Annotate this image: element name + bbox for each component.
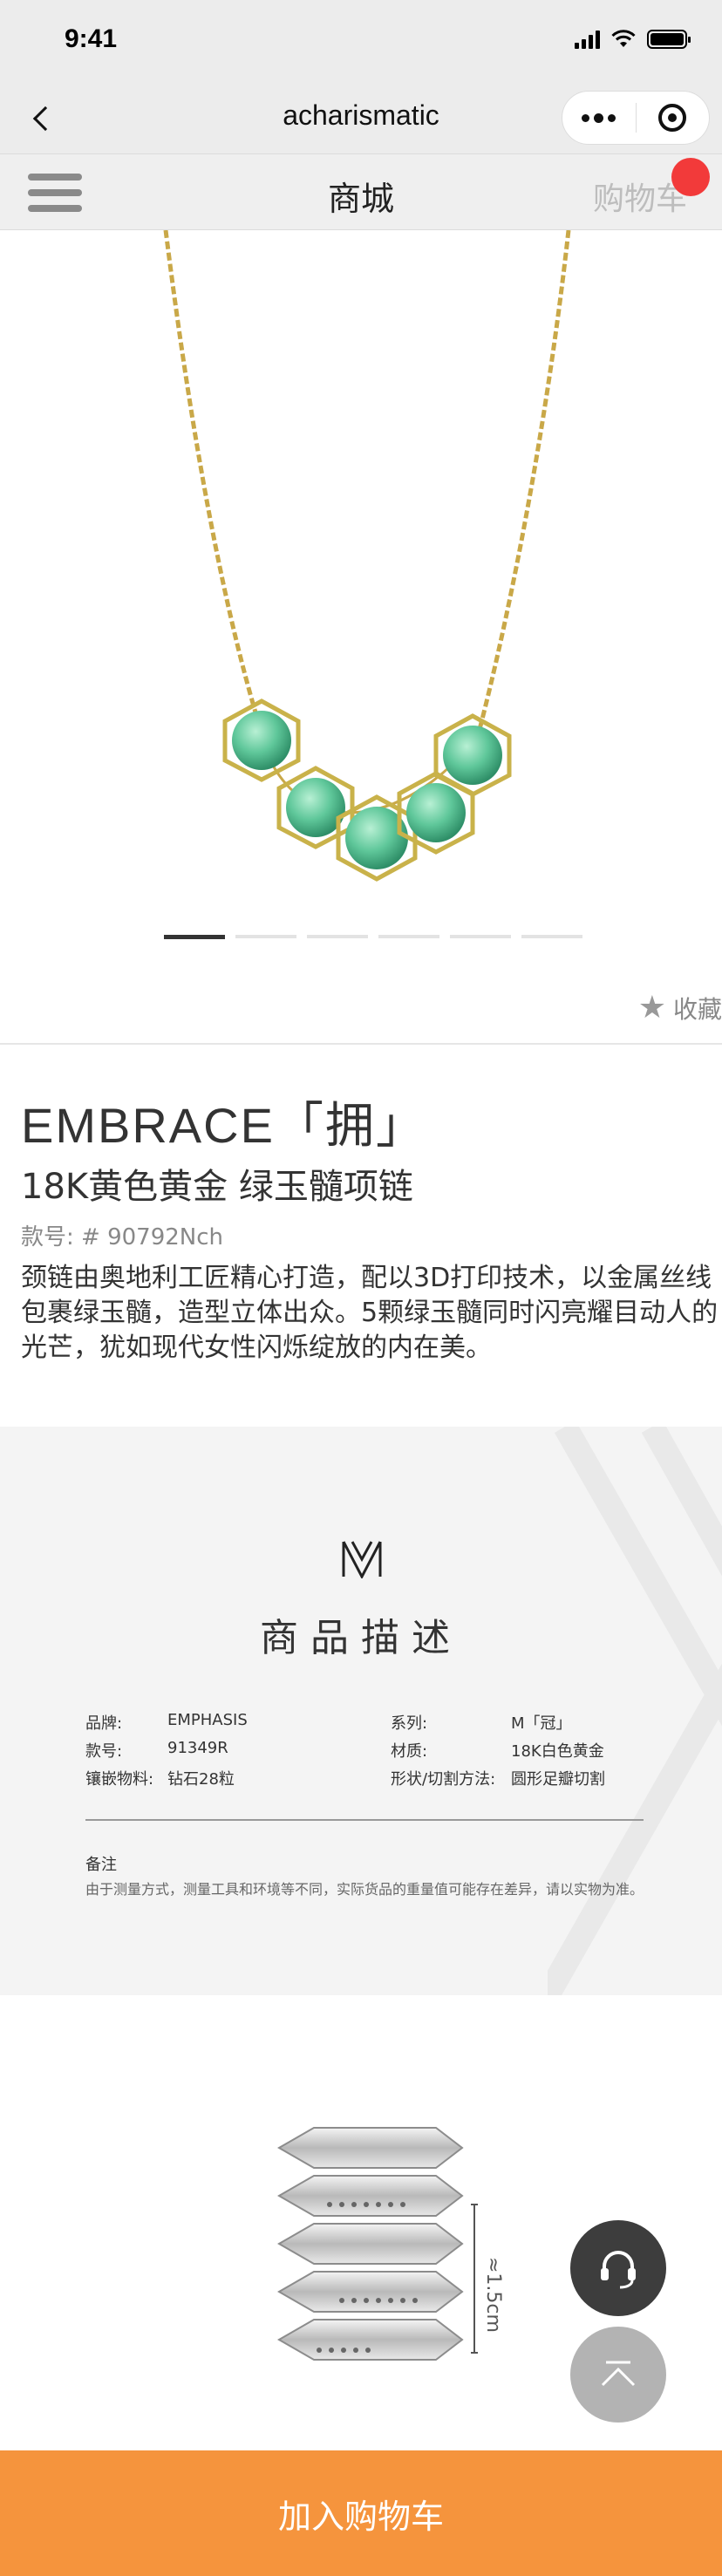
product-subtitle: 18K黄色黄金 绿玉髓项链 bbox=[21, 1167, 413, 1207]
spec-value: M「冠」 bbox=[511, 1714, 572, 1733]
spec-divider bbox=[85, 1819, 644, 1821]
capsule-menu bbox=[562, 91, 710, 145]
spec-row: 镶嵌物料: 钻石28粒 形状/切割方法: 圆形足瓣切割 bbox=[85, 1767, 644, 1795]
spec-key: 款号: bbox=[85, 1742, 123, 1761]
product-gallery[interactable] bbox=[0, 230, 722, 963]
pagination-dot[interactable] bbox=[307, 935, 368, 938]
add-to-cart-button[interactable]: 加入购物车 bbox=[0, 2450, 722, 2576]
wifi-icon bbox=[611, 30, 636, 47]
ring-dimension-label: ≈1.5cm bbox=[482, 2257, 504, 2333]
spec-value: 钻石28粒 bbox=[167, 1770, 235, 1789]
pagination-dot-active[interactable] bbox=[164, 935, 225, 939]
back-to-top-button[interactable] bbox=[570, 2327, 666, 2423]
close-miniprogram-button[interactable] bbox=[637, 104, 710, 132]
product-description-image: 商品描述 品牌: EMPHASIS 系列: M「冠」 款号: 91349R 材质… bbox=[0, 1427, 722, 1995]
favorite-label: 收藏 bbox=[672, 995, 722, 1024]
star-icon: ★ bbox=[637, 990, 666, 1026]
status-icons bbox=[575, 26, 691, 52]
spec-key: 品牌: bbox=[85, 1714, 123, 1733]
pagination-dot[interactable] bbox=[450, 935, 511, 938]
spec-row: 款号: 91349R 材质: 18K白色黄金 bbox=[85, 1739, 644, 1767]
spec-value: EMPHASIS bbox=[167, 1711, 248, 1729]
necklace-image bbox=[163, 230, 571, 882]
product-code: 款号: # 90792Nch bbox=[21, 1224, 224, 1251]
spec-key: 系列: bbox=[391, 1714, 428, 1733]
note-title: 备注 bbox=[85, 1856, 117, 1874]
battery-icon bbox=[647, 30, 691, 49]
pagination-dot[interactable] bbox=[235, 935, 296, 938]
headset-icon bbox=[601, 2251, 636, 2289]
arrow-up-icon bbox=[601, 2361, 636, 2387]
spec-value: 圆形足瓣切割 bbox=[511, 1770, 605, 1789]
cart-badge bbox=[671, 158, 710, 196]
spec-key: 镶嵌物料: bbox=[85, 1770, 154, 1789]
spec-key: 形状/切割方法: bbox=[391, 1770, 496, 1789]
product-name: EMBRACE「拥」 bbox=[21, 1098, 426, 1153]
divider bbox=[0, 1043, 722, 1045]
status-bar: 9:41 bbox=[0, 0, 722, 84]
product-description: 颈链由奥地利工匠精心打造，配以3D打印技术，以金属丝线包裹绿玉髓，造型立体出众。… bbox=[21, 1263, 719, 1363]
more-button[interactable] bbox=[562, 112, 636, 123]
signal-icon bbox=[575, 30, 600, 49]
description-heading: 商品描述 bbox=[260, 1616, 462, 1660]
spec-value: 91349R bbox=[167, 1739, 228, 1757]
pagination-dot[interactable] bbox=[378, 935, 439, 938]
spec-key: 材质: bbox=[391, 1742, 428, 1761]
gallery-pagination bbox=[164, 935, 582, 939]
shop-nav: 商城 购物车 bbox=[0, 153, 722, 230]
spec-row: 品牌: EMPHASIS 系列: M「冠」 bbox=[85, 1711, 644, 1739]
note-text: 由于测量方式，测量工具和环境等不同，实际货品的重量值可能存在差异，请以实物为准。 bbox=[85, 1881, 644, 1898]
target-icon bbox=[658, 104, 687, 132]
spec-value: 18K白色黄金 bbox=[511, 1742, 604, 1761]
status-time: 9:41 bbox=[65, 24, 118, 53]
pagination-dot[interactable] bbox=[521, 935, 582, 938]
favorite-button[interactable]: ★ 收藏 bbox=[638, 991, 722, 1026]
brand-logo-icon bbox=[342, 1541, 382, 1578]
spec-table: 品牌: EMPHASIS 系列: M「冠」 款号: 91349R 材质: 18K… bbox=[85, 1711, 644, 1795]
customer-service-button[interactable] bbox=[570, 2220, 666, 2316]
title-bar: acharismatic bbox=[0, 84, 722, 153]
